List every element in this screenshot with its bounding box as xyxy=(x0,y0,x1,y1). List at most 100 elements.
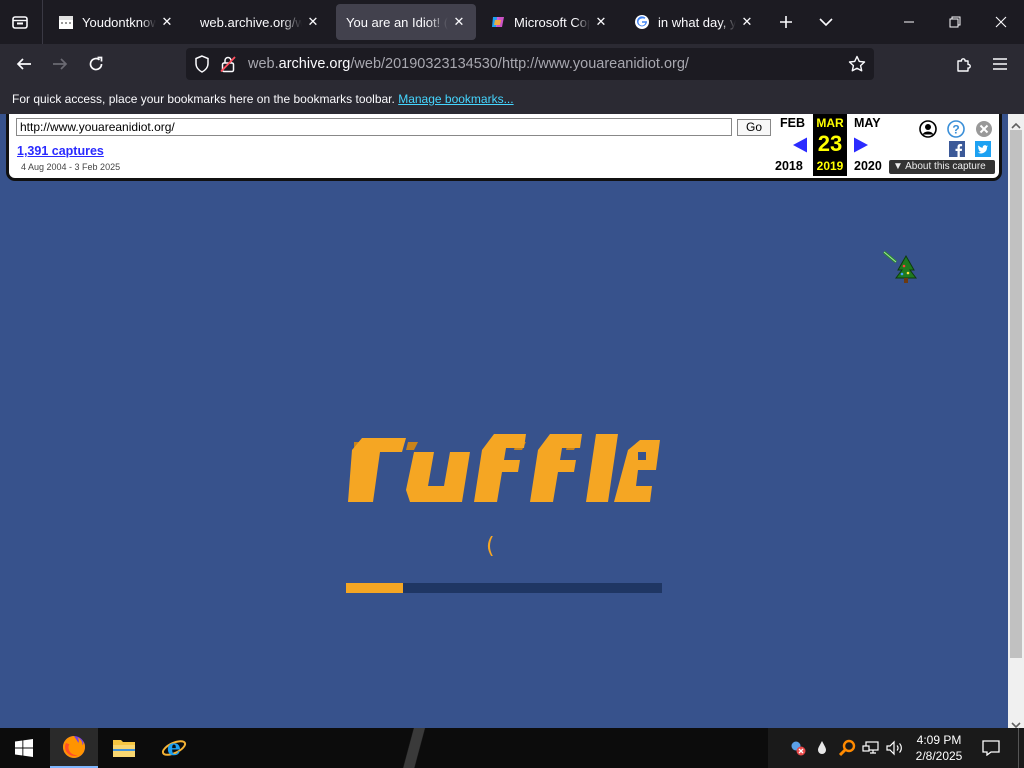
app-menu-button[interactable] xyxy=(984,48,1016,80)
close-icon[interactable]: ✕ xyxy=(306,14,320,30)
back-arrow-icon xyxy=(16,58,31,70)
restore-button[interactable] xyxy=(932,0,978,44)
loading-spinner: ( xyxy=(486,534,495,559)
volume-icon[interactable] xyxy=(886,740,904,761)
taskbar-background-art xyxy=(400,728,434,768)
taskbar-firefox[interactable] xyxy=(50,728,98,768)
tray-drop-icon[interactable] xyxy=(816,740,828,761)
restore-icon xyxy=(949,16,961,28)
next-month-link[interactable]: MAY xyxy=(854,116,881,130)
page-content: http://www.youareanidiot.org/ Go 1,391 c… xyxy=(0,114,1008,728)
about-capture-dropdown[interactable]: ▼ About this capture xyxy=(889,160,995,174)
manage-bookmarks-link[interactable]: Manage bookmarks... xyxy=(398,92,513,106)
tray-search-icon[interactable] xyxy=(838,739,856,762)
show-desktop-button[interactable] xyxy=(1018,728,1024,768)
vertical-scrollbar[interactable] xyxy=(1008,114,1024,729)
bookmarks-hint: For quick access, place your bookmarks h… xyxy=(12,92,514,106)
start-button[interactable] xyxy=(0,728,48,768)
tab-microsoft-copilot[interactable]: Microsoft Copilot ✕ xyxy=(480,4,618,40)
tab-divider xyxy=(42,0,43,44)
tab-overview-button[interactable] xyxy=(4,6,36,38)
back-button[interactable] xyxy=(8,48,40,80)
next-year-link[interactable]: 2020 xyxy=(854,159,882,173)
taskbar-clock[interactable]: 4:09 PM 2/8/2025 xyxy=(908,732,970,764)
wayback-toolbar: http://www.youareanidiot.org/ Go 1,391 c… xyxy=(7,114,1001,180)
twitter-share-icon[interactable] xyxy=(975,141,991,162)
close-icon[interactable]: ✕ xyxy=(594,14,608,30)
captures-date-range: 4 Aug 2004 - 3 Feb 2025 xyxy=(21,162,121,172)
tab-you-are-an-idiot[interactable]: You are an Idiot! (do ✕ xyxy=(336,4,476,40)
extensions-button[interactable] xyxy=(948,48,980,80)
internet-explorer-icon: e xyxy=(161,735,187,761)
close-window-button[interactable] xyxy=(978,0,1024,44)
taskbar-file-explorer[interactable] xyxy=(100,728,148,768)
tab-title: Youdontknowwho xyxy=(82,14,156,30)
animated-cursor-tree-icon xyxy=(883,250,917,283)
network-icon[interactable] xyxy=(862,740,880,761)
list-all-tabs-button[interactable] xyxy=(810,6,842,38)
close-icon xyxy=(995,16,1007,28)
close-icon[interactable]: ✕ xyxy=(160,14,174,30)
ruffle-logo xyxy=(348,434,660,502)
ruffle-logo-cutouts xyxy=(638,452,646,460)
puzzle-icon xyxy=(957,58,971,72)
notification-icon xyxy=(982,740,1000,756)
close-icon[interactable]: ✕ xyxy=(452,14,466,30)
forward-button[interactable] xyxy=(44,48,76,80)
minimize-button[interactable] xyxy=(886,0,932,44)
account-icon[interactable] xyxy=(919,120,937,143)
selected-capture-date: MAR 23 2019 xyxy=(813,114,847,176)
windows-logo-icon xyxy=(15,739,33,757)
url-text[interactable]: web.archive.org/web/20190323134530/http:… xyxy=(248,56,689,72)
reload-icon xyxy=(89,56,103,71)
url-bar[interactable]: web.archive.org/web/20190323134530/http:… xyxy=(186,48,874,80)
tab-google-search[interactable]: in what day, year ✕ xyxy=(624,4,764,40)
loading-progress-fill xyxy=(346,583,403,593)
next-capture-arrow-icon[interactable] xyxy=(852,136,870,159)
clock-time: 4:09 PM xyxy=(916,733,962,747)
close-toolbar-icon[interactable] xyxy=(975,120,993,143)
hamburger-menu-icon xyxy=(993,58,1007,70)
action-center-button[interactable] xyxy=(976,728,1006,768)
tab-title: in what day, year xyxy=(658,14,736,30)
wayback-go-button[interactable]: Go xyxy=(737,119,771,136)
tab-title: You are an Idiot! (do xyxy=(346,14,448,30)
bookmarks-toolbar: For quick access, place your bookmarks h… xyxy=(0,84,1024,114)
copilot-icon xyxy=(490,14,506,30)
help-icon[interactable]: ? xyxy=(947,120,965,143)
minimize-icon xyxy=(904,21,914,23)
about-capture-label: About this capture xyxy=(905,161,986,172)
folder-icon xyxy=(113,740,135,757)
google-icon xyxy=(634,14,650,30)
tracking-protection-icon[interactable] xyxy=(194,55,210,78)
selected-month: MAR xyxy=(816,116,844,130)
firefox-icon xyxy=(63,736,85,758)
windows-taskbar: e 4:09 PM 2/8/2025 xyxy=(0,728,1024,768)
bookmark-star-icon[interactable] xyxy=(848,55,866,78)
loading-progress-bar xyxy=(346,583,662,593)
plus-icon xyxy=(780,16,792,28)
bookmarks-message: For quick access, place your bookmarks h… xyxy=(12,92,395,106)
new-tab-button[interactable] xyxy=(770,6,802,38)
tab-bar: Youdontknowwho ✕ web.archive.org/web/ ✕ … xyxy=(0,0,1024,44)
svg-text:?: ? xyxy=(952,123,959,137)
wayback-url-input[interactable]: http://www.youareanidiot.org/ xyxy=(16,118,732,136)
captures-link[interactable]: 1,391 captures xyxy=(17,144,104,158)
navigation-bar: web.archive.org/web/20190323134530/http:… xyxy=(0,44,1024,84)
scrollbar-thumb[interactable] xyxy=(1010,130,1022,658)
taskbar-internet-explorer[interactable]: e xyxy=(150,728,198,768)
facebook-share-icon[interactable] xyxy=(949,141,965,162)
tab-web-archive[interactable]: web.archive.org/web/ ✕ xyxy=(190,4,330,40)
reload-button[interactable] xyxy=(80,48,112,80)
forward-arrow-icon xyxy=(53,58,68,70)
insecure-lock-icon[interactable] xyxy=(220,55,236,78)
tab-youdontknowwho[interactable]: Youdontknowwho ✕ xyxy=(48,4,184,40)
clock-date: 2/8/2025 xyxy=(915,749,963,763)
prev-month-link[interactable]: FEB xyxy=(780,116,805,130)
prev-capture-arrow-icon[interactable] xyxy=(791,136,809,159)
tray-app-icon[interactable] xyxy=(790,740,806,761)
close-icon[interactable]: ✕ xyxy=(740,14,754,30)
ruffle-logo-letters xyxy=(348,434,660,502)
prev-year-link[interactable]: 2018 xyxy=(775,159,803,173)
tab-title: web.archive.org/web/ xyxy=(200,14,302,30)
